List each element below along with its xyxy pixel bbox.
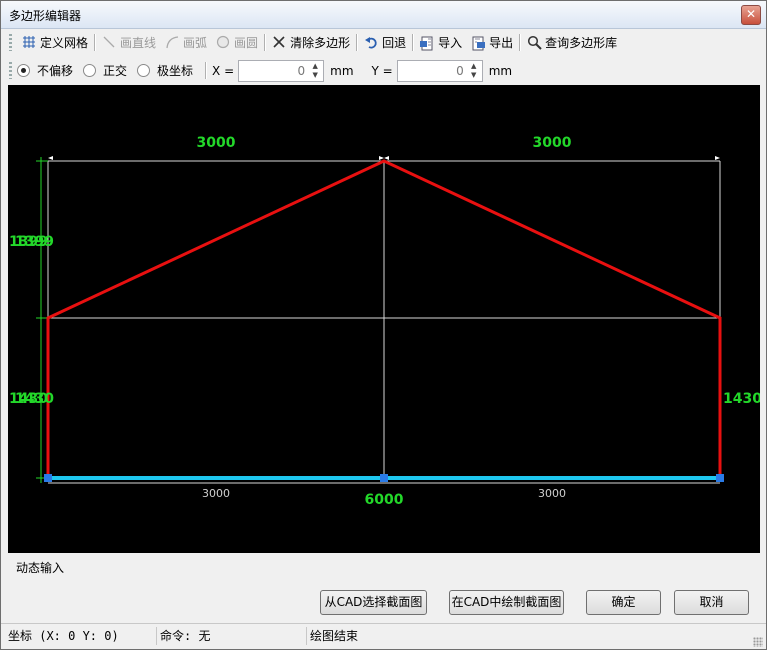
x-spin-up[interactable]: ▲	[309, 62, 321, 71]
grid-lines	[47, 160, 721, 478]
dynamic-input-bar[interactable]: 动态输入	[8, 554, 760, 578]
export-button[interactable]: 导出	[466, 32, 517, 54]
draw-arc-button[interactable]: 画弧	[160, 32, 211, 54]
x-coordinate-input[interactable]: 0 ▲ ▼	[238, 59, 325, 82]
define-grid-label: 定义网格	[40, 36, 89, 50]
line-icon	[101, 35, 117, 51]
import-icon	[419, 35, 435, 51]
y-unit: mm	[488, 63, 513, 78]
import-label: 导入	[438, 36, 463, 50]
query-library-label: 查询多边形库	[545, 36, 618, 50]
dim-top-left: 3000	[197, 135, 236, 151]
draw-circle-button[interactable]: 画圆	[211, 32, 262, 54]
export-icon	[470, 35, 486, 51]
status-command: 命令: 无	[157, 627, 307, 645]
toolbar-separator	[519, 34, 521, 51]
y-spin-down[interactable]: ▼	[468, 71, 480, 80]
select-from-cad-button[interactable]: 从CAD选择截面图	[320, 590, 427, 615]
toolbar-separator	[412, 34, 414, 51]
drawing-toolbar: 定义网格 画直线 画弧 画圆 清除多边形 回退 导入 导出 查询多边形库	[1, 29, 766, 56]
dim-right-lower: 1430	[723, 391, 760, 407]
ok-button[interactable]: 确定	[586, 590, 661, 615]
radio-polar[interactable]: 极坐标	[137, 62, 193, 79]
dimension-lines	[36, 157, 48, 483]
draw-line-label: 画直线	[120, 36, 157, 50]
x-label: X =	[212, 63, 235, 78]
export-label: 导出	[489, 36, 514, 50]
grid-icon	[21, 35, 37, 51]
toolbar-grip[interactable]	[9, 34, 12, 51]
y-value: 0	[456, 63, 464, 78]
x-value: 0	[297, 63, 306, 78]
radio-orthogonal[interactable]: 正交	[83, 62, 127, 79]
y-coordinate-input[interactable]: 0 ▲ ▼	[396, 59, 483, 82]
dim-left-upper-overlap: 1399	[15, 234, 54, 250]
toolbar-separator	[356, 34, 358, 51]
node-bottom-left	[44, 474, 52, 482]
radio-orthogonal-label: 正交	[103, 64, 128, 78]
close-button[interactable]: ✕	[741, 5, 761, 25]
status-bar: 坐标 (X: 0 Y: 0) 命令: 无 绘图结束	[1, 623, 766, 650]
undo-icon	[363, 35, 379, 51]
polygon-editor-window: 多边形编辑器 ✕ 定义网格 画直线 画弧 画圆 清除多边形 回退 导入 导出 查…	[0, 0, 767, 650]
coordinate-toolbar: 不偏移 正交 极坐标 X = 0 ▲ ▼ mm Y = 0 ▲ ▼ mm	[1, 57, 766, 84]
undo-button[interactable]: 回退	[359, 32, 410, 54]
clear-polygon-button[interactable]: 清除多边形	[267, 32, 354, 54]
resize-grip[interactable]	[753, 637, 763, 647]
toolbar-separator	[94, 34, 96, 51]
clear-polygon-label: 清除多边形	[290, 36, 351, 50]
arc-icon	[164, 35, 180, 51]
query-library-button[interactable]: 查询多边形库	[522, 32, 621, 54]
x-icon	[271, 35, 287, 51]
search-icon	[526, 35, 542, 51]
x-unit: mm	[330, 63, 354, 78]
dim-bottom-right: 3000	[538, 487, 566, 500]
title-bar: 多边形编辑器 ✕	[1, 1, 766, 29]
draw-in-cad-button[interactable]: 在CAD中绘制截面图	[449, 590, 564, 615]
polygon-drawing: 3000 3000 1399 1399 1430 1430 1430 6000 …	[9, 135, 762, 508]
define-grid-button[interactable]: 定义网格	[17, 32, 92, 54]
import-button[interactable]: 导入	[415, 32, 466, 54]
status-coordinates: 坐标 (X: 0 Y: 0)	[5, 627, 157, 645]
status-message: 绘图结束	[310, 629, 359, 643]
undo-label: 回退	[382, 36, 407, 50]
node-bottom-right	[716, 474, 724, 482]
drawing-canvas[interactable]: 3000 3000 1399 1399 1430 1430 1430 6000 …	[8, 85, 762, 553]
radio-polar-label: 极坐标	[157, 64, 194, 78]
draw-circle-label: 画圆	[234, 36, 259, 50]
radio-selected-indicator	[17, 64, 30, 77]
dim-bottom-left: 3000	[202, 487, 230, 500]
radio-no-offset[interactable]: 不偏移	[17, 62, 73, 79]
radio-indicator	[83, 64, 97, 77]
dim-bottom-total: 6000	[365, 492, 404, 508]
draw-line-button[interactable]: 画直线	[97, 32, 160, 54]
draw-arc-label: 画弧	[183, 36, 208, 50]
dynamic-input-label: 动态输入	[16, 561, 65, 575]
toolbar-grip[interactable]	[9, 62, 12, 79]
toolbar-separator	[264, 34, 266, 51]
node-bottom-middle	[380, 474, 388, 482]
cancel-button[interactable]: 取消	[674, 590, 749, 615]
dim-left-lower-overlap: 1430	[15, 391, 54, 407]
circle-icon	[215, 35, 231, 51]
x-spin-down[interactable]: ▼	[309, 71, 321, 80]
dim-top-right: 3000	[533, 135, 572, 151]
y-spin-up[interactable]: ▲	[468, 62, 480, 71]
y-label: Y =	[371, 63, 393, 78]
radio-indicator	[137, 64, 151, 77]
radio-no-offset-label: 不偏移	[37, 64, 74, 78]
toolbar-separator	[205, 62, 207, 79]
window-title: 多边形编辑器	[9, 9, 82, 23]
